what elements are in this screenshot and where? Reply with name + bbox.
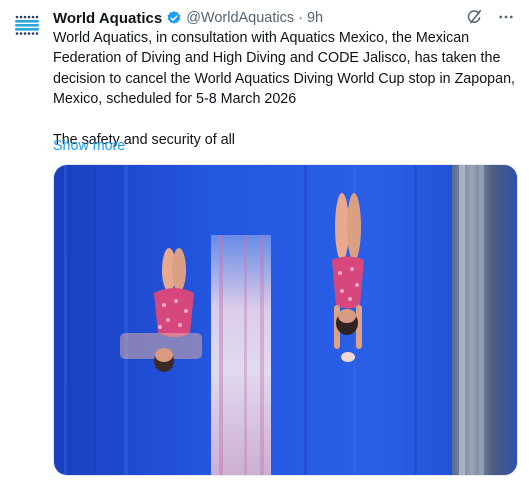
separator-dot: · xyxy=(298,10,303,26)
tweet-media[interactable] xyxy=(53,164,518,476)
diving-photo xyxy=(54,165,517,475)
tweet-header: World Aquatics @WorldAquatics · 9h xyxy=(53,8,519,28)
world-aquatics-logo-icon xyxy=(10,8,44,42)
timestamp[interactable]: 9h xyxy=(307,10,323,26)
more-icon[interactable] xyxy=(497,8,515,26)
grok-icon[interactable] xyxy=(465,8,483,26)
tweet-card[interactable]: World Aquatics @WorldAquatics · 9h World… xyxy=(0,0,529,483)
handle[interactable]: @WorldAquatics xyxy=(186,10,294,26)
display-name[interactable]: World Aquatics xyxy=(53,10,162,27)
avatar[interactable] xyxy=(10,8,44,42)
verified-badge-icon xyxy=(166,10,182,26)
show-more-link[interactable]: Show more xyxy=(53,136,125,156)
tweet-text: World Aquatics, in consultation with Aqu… xyxy=(53,30,515,149)
header-actions xyxy=(465,8,515,26)
